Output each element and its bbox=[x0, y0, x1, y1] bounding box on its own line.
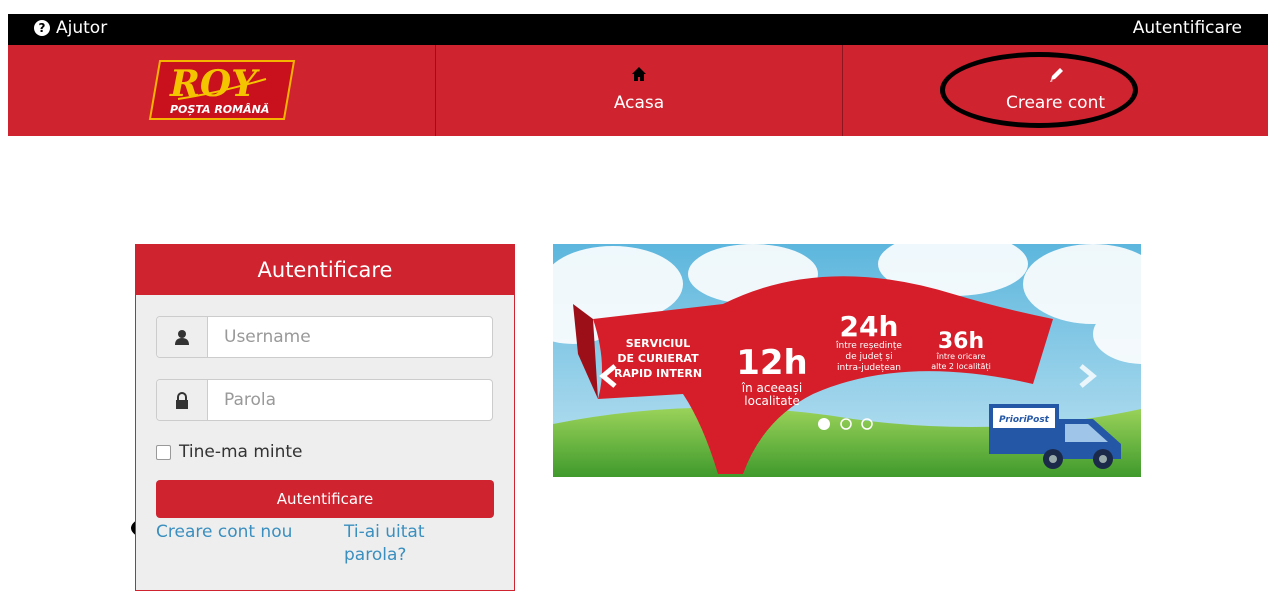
user-icon bbox=[157, 317, 208, 357]
posta-romana-logo[interactable]: ROY POȘTA ROMÂNĂ bbox=[148, 55, 298, 125]
username-input[interactable] bbox=[208, 317, 492, 357]
top-bar: ? Ajutor Autentificare bbox=[8, 14, 1268, 45]
nav-create-account[interactable]: Creare cont bbox=[843, 45, 1268, 136]
banner-36h-line1: între oricare bbox=[936, 352, 986, 361]
banner-36h: 36h bbox=[938, 329, 984, 354]
forgot-password-link[interactable]: Ti-ai uitat parola? bbox=[344, 521, 425, 567]
logo-subtitle: POȘTA ROMÂNĂ bbox=[170, 102, 269, 116]
password-input[interactable] bbox=[208, 380, 492, 420]
banner-12h-line2: localitate bbox=[744, 394, 799, 408]
home-icon bbox=[436, 66, 842, 86]
login-top-link[interactable]: Autentificare bbox=[1133, 18, 1242, 38]
banner-24h-line2: de județ și bbox=[845, 352, 892, 362]
logo-cell: ROY POȘTA ROMÂNĂ bbox=[8, 45, 436, 136]
question-circle-icon: ? bbox=[34, 20, 50, 36]
nav-home-label: Acasa bbox=[613, 93, 665, 113]
banner-12h-line1: în aceeași bbox=[741, 381, 802, 395]
truck-brand: PrioriPost bbox=[999, 415, 1050, 425]
help-label: Ajutor bbox=[56, 18, 108, 38]
pencil-icon bbox=[843, 66, 1268, 88]
carousel-dot-1[interactable] bbox=[818, 418, 830, 430]
login-panel-title: Autentificare bbox=[136, 245, 514, 295]
banner-service-line1: SERVICIUL bbox=[626, 337, 691, 350]
forgot-password-line1: Ti-ai uitat bbox=[344, 522, 425, 542]
username-field[interactable] bbox=[156, 316, 493, 358]
banner-24h-line3: intra-județean bbox=[837, 363, 901, 373]
help-link[interactable]: ? Ajutor bbox=[34, 18, 107, 38]
banner-service-line2: DE CURIERAT bbox=[617, 352, 699, 365]
banner-12h: 12h bbox=[736, 343, 808, 383]
login-panel: Autentificare Tine-ma minte Autentificar… bbox=[135, 244, 515, 591]
remember-checkbox[interactable] bbox=[156, 444, 171, 460]
create-account-link[interactable]: Creare cont nou bbox=[156, 521, 292, 544]
banner-24h: 24h bbox=[840, 310, 899, 343]
remember-label: Tine-ma minte bbox=[179, 442, 303, 462]
login-submit-button[interactable]: Autentificare bbox=[156, 480, 494, 518]
banner-service-line3: RAPID INTERN bbox=[614, 367, 702, 380]
nav-create-label: Creare cont bbox=[1005, 93, 1106, 113]
banner-24h-line1: între reședințe bbox=[835, 341, 902, 351]
nav-home[interactable]: Acasa bbox=[436, 45, 843, 136]
promo-carousel: SERVICIUL DE CURIERAT RAPID INTERN 12h 2… bbox=[553, 244, 1141, 477]
lock-icon bbox=[157, 380, 208, 420]
main-navbar: ROY POȘTA ROMÂNĂ Acasa Creare cont bbox=[8, 45, 1268, 136]
password-field[interactable] bbox=[156, 379, 493, 421]
banner-36h-line2: alte 2 localități bbox=[931, 362, 991, 372]
forgot-password-line2: parola? bbox=[344, 545, 407, 565]
remember-me[interactable]: Tine-ma minte bbox=[156, 442, 303, 462]
